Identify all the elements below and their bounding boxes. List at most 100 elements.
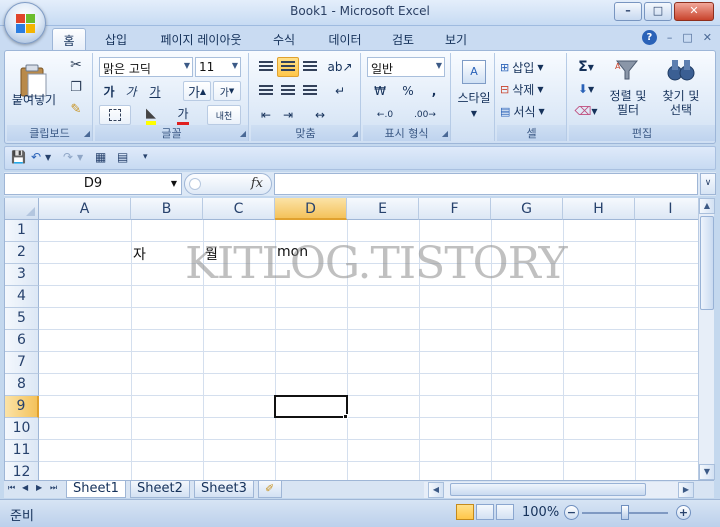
chevron-down-icon[interactable]: ▼: [45, 153, 51, 162]
select-all-button[interactable]: [5, 198, 39, 220]
align-middle-button[interactable]: [277, 57, 299, 77]
cell-b2[interactable]: 자: [133, 244, 146, 264]
maximize-button[interactable]: □: [644, 2, 672, 21]
row-header-3[interactable]: 3: [5, 264, 39, 286]
zoom-out-icon[interactable]: −: [564, 505, 579, 520]
align-top-button[interactable]: [255, 57, 277, 77]
chevron-down-icon[interactable]: ▼: [77, 153, 83, 162]
close-button[interactable]: ✕: [674, 2, 714, 21]
column-header-b[interactable]: B: [131, 198, 203, 220]
insert-sheet-button[interactable]: ✐: [258, 481, 282, 498]
column-header-i[interactable]: I: [635, 198, 698, 220]
orientation-button[interactable]: ab↗: [325, 57, 355, 77]
tab-review[interactable]: 검토: [383, 28, 423, 50]
wrap-text-button[interactable]: ↵: [325, 81, 355, 101]
scroll-down-icon[interactable]: ▼: [699, 464, 715, 480]
page-break-view-button[interactable]: [496, 504, 514, 520]
styles-button[interactable]: A: [457, 55, 491, 89]
row-header-5[interactable]: 5: [5, 308, 39, 330]
column-header-a[interactable]: A: [39, 198, 131, 220]
autosum-button[interactable]: Σ ▼: [571, 57, 601, 77]
italic-button[interactable]: 가: [121, 81, 141, 101]
align-bottom-button[interactable]: [299, 57, 321, 77]
horizontal-scroll-thumb[interactable]: [450, 483, 646, 496]
save-icon[interactable]: 💾: [11, 150, 26, 164]
zoom-slider-thumb[interactable]: [621, 505, 629, 520]
cut-button[interactable]: ✂: [65, 55, 87, 75]
row-header-12[interactable]: 12: [5, 462, 39, 480]
active-cell-d9[interactable]: [274, 395, 348, 418]
prev-sheet-icon[interactable]: ◀: [22, 483, 28, 492]
sheet-tab-1[interactable]: Sheet1: [66, 481, 126, 498]
minimize-button[interactable]: –: [614, 2, 642, 21]
formula-input[interactable]: [274, 173, 698, 195]
fill-button[interactable]: ⬇ ▼: [571, 79, 601, 99]
insert-cells-button[interactable]: ⊞ 삽입 ▼: [499, 57, 565, 77]
dialog-launcher-icon[interactable]: ◢: [442, 129, 448, 138]
redo-icon[interactable]: ↷: [63, 150, 73, 164]
currency-button[interactable]: ₩: [367, 81, 393, 101]
comma-button[interactable]: ,: [423, 81, 445, 101]
vertical-scroll-thumb[interactable]: [700, 216, 714, 310]
tab-data[interactable]: 데이터: [318, 28, 372, 50]
ribbon-close-icon[interactable]: ✕: [703, 31, 712, 44]
row-header-11[interactable]: 11: [5, 440, 39, 462]
ribbon-minimize-icon[interactable]: –: [667, 31, 673, 44]
column-header-g[interactable]: G: [491, 198, 563, 220]
merge-center-button[interactable]: ↔: [303, 105, 337, 125]
delete-cells-button[interactable]: ⊟ 삭제 ▼: [499, 79, 565, 99]
column-header-d[interactable]: D: [275, 198, 347, 220]
sheet-tab-3[interactable]: Sheet3: [194, 481, 254, 498]
tab-page-layout[interactable]: 페이지 레이아웃: [150, 28, 252, 50]
format-painter-button[interactable]: ✎: [65, 99, 87, 119]
row-header-1[interactable]: 1: [5, 220, 39, 242]
column-header-c[interactable]: C: [203, 198, 275, 220]
decrease-indent-button[interactable]: ⇤: [255, 105, 277, 125]
undo-icon[interactable]: ↶: [31, 150, 41, 164]
font-name-combo[interactable]: 맑은 고딕 ▼: [99, 57, 193, 77]
tab-home[interactable]: 홈: [52, 28, 86, 50]
zoom-in-icon[interactable]: +: [676, 505, 691, 520]
column-header-e[interactable]: E: [347, 198, 419, 220]
decrease-decimal-button[interactable]: .00→: [407, 105, 443, 125]
row-header-9[interactable]: 9: [5, 396, 39, 418]
sort-filter-button[interactable]: A: [607, 55, 647, 85]
scroll-right-icon[interactable]: ▶: [678, 482, 694, 498]
phonetic-button[interactable]: 내천: [207, 105, 241, 125]
scroll-left-icon[interactable]: ◀: [428, 482, 444, 498]
ribbon-restore-icon[interactable]: □: [682, 31, 692, 44]
row-header-7[interactable]: 7: [5, 352, 39, 374]
tab-view[interactable]: 보기: [436, 28, 476, 50]
vertical-scrollbar[interactable]: ▲ ▼: [698, 198, 715, 480]
row-header-10[interactable]: 10: [5, 418, 39, 440]
worksheet-grid[interactable]: A B C D E F G H I 1 2 3 4 5 6 7 8 9 10 1…: [4, 198, 698, 480]
sheet-tab-2[interactable]: Sheet2: [130, 481, 190, 498]
dialog-launcher-icon[interactable]: ◢: [240, 129, 246, 138]
row-header-8[interactable]: 8: [5, 374, 39, 396]
help-icon[interactable]: ?: [641, 30, 657, 45]
borders-button[interactable]: [99, 105, 131, 125]
row-header-6[interactable]: 6: [5, 330, 39, 352]
underline-button[interactable]: 가: [143, 81, 167, 101]
table-view-icon[interactable]: ▤: [117, 150, 128, 164]
expand-formula-bar-button[interactable]: ∨: [700, 173, 716, 195]
dialog-launcher-icon[interactable]: ◢: [352, 129, 358, 138]
align-center-button[interactable]: [277, 81, 299, 101]
tab-insert[interactable]: 삽입: [96, 28, 136, 50]
column-header-f[interactable]: F: [419, 198, 491, 220]
scroll-up-icon[interactable]: ▲: [699, 198, 715, 214]
tab-formulas[interactable]: 수식: [264, 28, 304, 50]
bold-button[interactable]: 가: [99, 81, 119, 101]
next-sheet-icon[interactable]: ▶: [36, 483, 42, 492]
row-header-2[interactable]: 2: [5, 242, 39, 264]
find-select-button[interactable]: [659, 55, 703, 85]
percent-button[interactable]: %: [397, 81, 419, 101]
dialog-launcher-icon[interactable]: ◢: [84, 129, 90, 138]
first-sheet-icon[interactable]: ⏮: [8, 483, 15, 493]
horizontal-scrollbar[interactable]: ◀ ▶: [424, 482, 694, 498]
grow-font-button[interactable]: 가 ▲: [183, 81, 211, 101]
insert-function-icon[interactable]: fx: [251, 176, 263, 191]
align-right-button[interactable]: [299, 81, 321, 101]
zoom-level[interactable]: 100%: [522, 505, 559, 520]
font-size-combo[interactable]: 11 ▼: [195, 57, 241, 77]
